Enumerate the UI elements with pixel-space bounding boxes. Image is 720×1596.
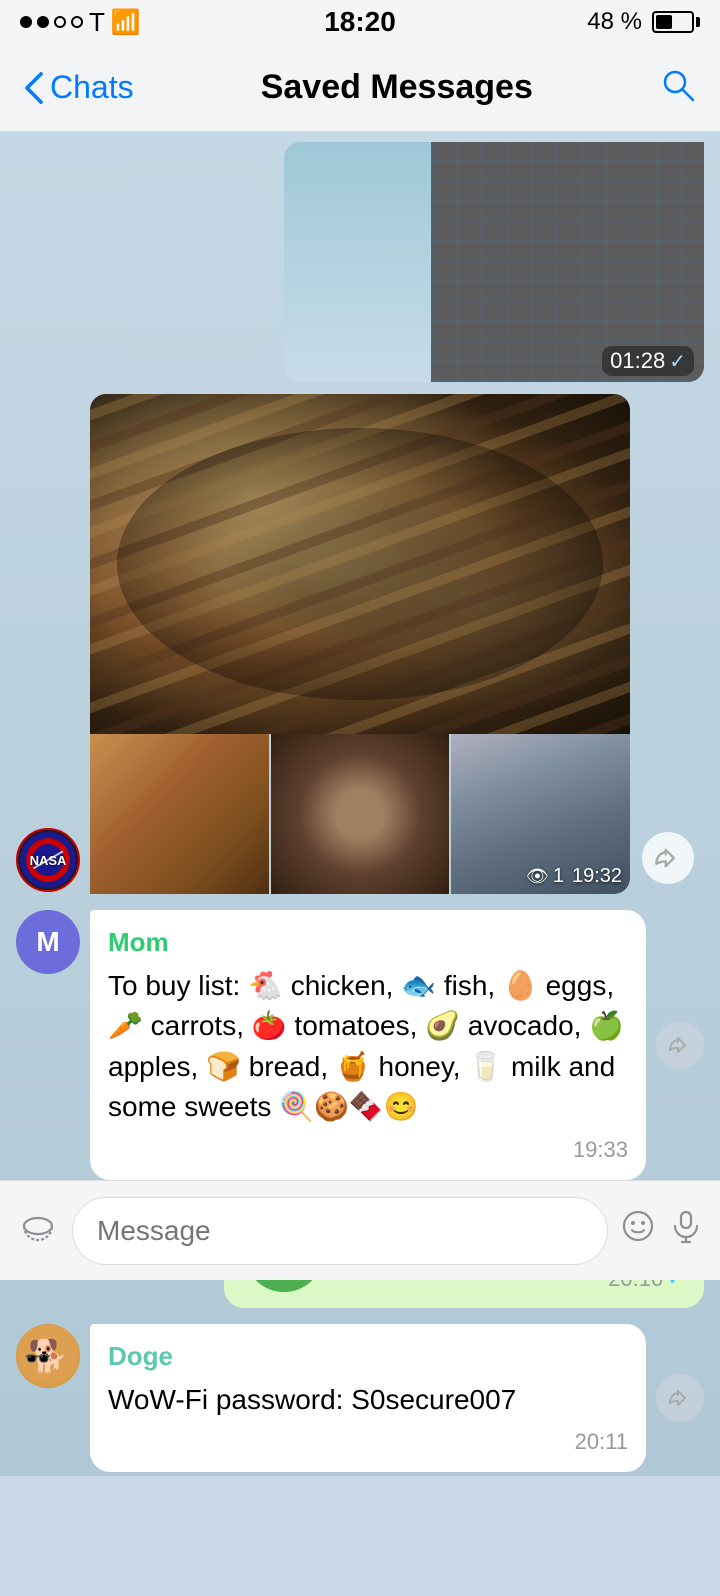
doge-message-row: 🐕 🕶️ Doge WoW-Fi password: S0secure007 2… [0, 1320, 720, 1476]
mom-sender: Mom [108, 924, 628, 962]
mom-timestamp: 19:33 [573, 1134, 628, 1166]
microphone-icon [668, 1208, 704, 1244]
jupiter-photo-group: NASA [0, 394, 720, 902]
doge-forward-btn[interactable] [656, 1374, 704, 1422]
battery-percentage: 48 % [587, 8, 642, 36]
input-bar [0, 1180, 720, 1280]
building-photo-bubble[interactable]: 01:28 ✓ [284, 142, 704, 382]
status-time: 18:20 [324, 6, 396, 38]
wifi-icon: 📶 [111, 8, 141, 37]
doge-sender: Doge [108, 1338, 628, 1376]
thumbnail-1[interactable] [90, 734, 269, 894]
building-photo-message: 01:28 ✓ [0, 142, 720, 390]
eye-icon: 👁 [526, 866, 549, 887]
view-count-overlay: 👁 1 19:32 [526, 865, 622, 888]
mom-bubble: Mom To buy list: 🐔 chicken, 🐟 fish, 🥚 eg… [90, 910, 646, 1180]
thumbnail-3[interactable]: 👁 1 19:32 [451, 734, 630, 894]
attach-button[interactable] [16, 1204, 60, 1257]
forward-icon [668, 1386, 692, 1410]
attach-icon [20, 1208, 56, 1244]
search-icon [660, 67, 696, 103]
signal-dot-2 [37, 16, 49, 28]
timestamp-text: 01:28 [610, 348, 665, 374]
microphone-button[interactable] [668, 1208, 704, 1253]
avatar-m-letter: M [36, 926, 59, 958]
doge-timestamp: 20:11 [575, 1426, 628, 1458]
forward-button[interactable] [642, 832, 694, 884]
signal-dot-1 [20, 16, 32, 28]
mom-forward-btn[interactable] [656, 1021, 704, 1069]
forward-icon [654, 844, 682, 872]
chevron-left-icon [24, 71, 44, 105]
nasa-avatar: NASA [16, 828, 80, 892]
signal-dot-3 [54, 16, 66, 28]
emoji-button[interactable] [620, 1208, 656, 1253]
doge-text: WoW-Fi password: S0secure007 [108, 1380, 628, 1421]
status-bar: T 📶 18:20 48 % [0, 0, 720, 44]
carrier-label: T [89, 7, 105, 38]
message-input[interactable] [72, 1197, 608, 1265]
mom-text: To buy list: 🐔 chicken, 🐟 fish, 🥚 eggs, … [108, 966, 628, 1128]
avatar-m: M [16, 910, 80, 974]
jupiter-bubble[interactable]: 👁 1 19:32 [90, 394, 630, 894]
nav-bar: Chats Saved Messages [0, 44, 720, 132]
forward-icon [668, 1033, 692, 1057]
doge-bubble: Doge WoW-Fi password: S0secure007 20:11 [90, 1324, 646, 1472]
back-label: Chats [50, 69, 134, 106]
thumbnail-timestamp: 19:32 [572, 865, 622, 888]
thumbnail-2[interactable] [271, 734, 450, 894]
doge-avatar: 🐕 🕶️ [16, 1324, 80, 1388]
signal-dot-4 [71, 16, 83, 28]
back-button[interactable]: Chats [24, 69, 134, 106]
battery-area: 48 % [587, 8, 700, 36]
signal-carrier: T 📶 [20, 7, 141, 38]
view-count: 1 [553, 865, 564, 888]
check-mark-icon: ✓ [669, 349, 686, 374]
page-title: Saved Messages [261, 68, 533, 107]
jupiter-main-image [90, 394, 630, 734]
emoji-icon [620, 1208, 656, 1244]
jupiter-thumbnails: 👁 1 19:32 [90, 734, 630, 894]
battery-icon [652, 11, 700, 33]
search-button[interactable] [660, 67, 696, 108]
mom-message-row: M Mom To buy list: 🐔 chicken, 🐟 fish, 🥚 … [0, 906, 720, 1184]
photo-timestamp: 01:28 ✓ [602, 346, 694, 376]
